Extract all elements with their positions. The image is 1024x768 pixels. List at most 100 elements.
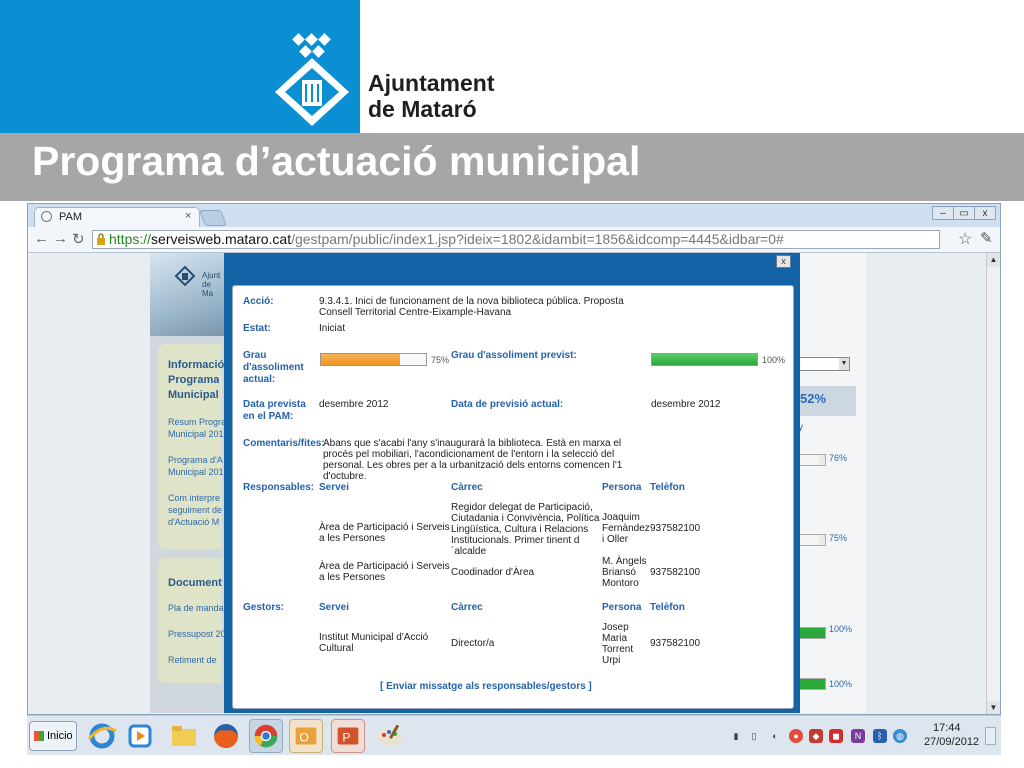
slide-title: Programa d’actuació municipal xyxy=(32,138,641,184)
info-link-programa-2[interactable]: Municipal 201 xyxy=(168,466,224,478)
page-logo-line-2: de Ma xyxy=(202,280,214,298)
antivirus-icon[interactable]: ◼ xyxy=(829,729,843,743)
docs-link-pressupost[interactable]: Pressupost 20 xyxy=(168,628,226,640)
bluetooth-icon[interactable]: ᛒ xyxy=(873,729,887,743)
right-progress-pct: 75% xyxy=(829,533,848,543)
media-player-icon[interactable] xyxy=(123,719,157,753)
volume-icon[interactable]: ◖ xyxy=(767,729,781,743)
gestors-label: Gestors: xyxy=(243,602,285,613)
right-progress-fill xyxy=(799,535,819,545)
battery-icon[interactable]: ▯ xyxy=(747,729,761,743)
right-progress-fill xyxy=(799,628,825,638)
scroll-down-icon[interactable]: ▼ xyxy=(987,701,1000,714)
vertical-scrollbar[interactable]: ▲ ▼ xyxy=(986,253,1000,714)
brand-line-1: Ajuntament xyxy=(368,70,495,96)
bookmark-star-icon[interactable]: ☆ xyxy=(958,229,972,249)
comentaris-label: Comentaris/fites: xyxy=(243,438,325,449)
close-window-button[interactable]: x xyxy=(974,206,996,220)
tab-title: PAM xyxy=(59,211,83,223)
chrome-icon[interactable] xyxy=(249,719,283,753)
address-bar[interactable]: https://serveisweb.mataro.cat/gestpam/pu… xyxy=(92,230,940,249)
data-prevista-label: Data prevista en el PAM: xyxy=(243,399,306,422)
powerpoint-icon[interactable]: P xyxy=(331,719,365,753)
show-desktop-button[interactable] xyxy=(985,727,996,745)
tab-pam[interactable]: PAM × xyxy=(34,207,200,227)
tab-close-button[interactable]: × xyxy=(185,210,191,222)
page-right-column xyxy=(798,253,866,713)
right-progress-bar xyxy=(798,454,826,466)
info-link-com-3[interactable]: d'Actuació M xyxy=(168,516,219,528)
new-tab-button[interactable] xyxy=(199,210,227,226)
start-button[interactable]: Inicio xyxy=(29,721,77,751)
docs-panel: Document Pla de manda Pressupost 20 Reti… xyxy=(158,558,226,683)
resp-col-servei: Servei xyxy=(319,482,350,493)
brand-name: Ajuntament de Mataró xyxy=(368,70,495,122)
gest-col-carrec: Càrrec xyxy=(451,602,483,613)
docs-link-pla[interactable]: Pla de manda xyxy=(168,602,224,614)
page-logo-text: Ajunt de Ma xyxy=(202,271,224,298)
grau-previst-pct: 100% xyxy=(762,355,786,365)
chrome-tray-icon[interactable]: ● xyxy=(789,729,803,743)
filter-select[interactable]: ▼ xyxy=(798,357,850,371)
resp-2-carrec: Coodinador d'Àrea xyxy=(451,567,535,578)
taskbar: Inicio O P ▮ ▯ ◖ ● ◆ ◼ N ᛒ ◍ 17:44 27/09… xyxy=(27,715,1001,755)
forward-arrow-icon[interactable]: → xyxy=(53,230,68,247)
info-link-com[interactable]: Com interpre xyxy=(168,492,220,504)
acrobat-icon[interactable]: ◆ xyxy=(809,729,823,743)
gest-1-persona: Josep Maria Torrent Urpi xyxy=(602,622,634,666)
grau-actual-label: Grau d'assoliment actual: xyxy=(243,350,304,385)
outlook-icon[interactable]: O xyxy=(289,719,323,753)
browser-toolbar: ← → ↻ https://serveisweb.mataro.cat/gest… xyxy=(28,227,1000,253)
info-link-programa[interactable]: Programa d'A xyxy=(168,454,223,466)
ie-icon[interactable] xyxy=(85,719,119,753)
accio-value: 9.3.4.1. Inici de funcionament de la nov… xyxy=(319,296,624,318)
chevron-down-icon[interactable]: ▼ xyxy=(839,358,849,370)
info-link-resum-2[interactable]: Municipal 201 xyxy=(168,428,224,440)
signal-icon[interactable]: ▮ xyxy=(729,729,743,743)
right-progress-fill xyxy=(799,455,819,465)
info-link-resum[interactable]: Resum Progra xyxy=(168,416,226,428)
grau-previst-label: Grau d'assoliment previst: xyxy=(451,350,577,361)
reload-icon[interactable]: ↻ xyxy=(72,230,85,248)
firefox-icon[interactable] xyxy=(209,719,243,753)
windows-logo-icon xyxy=(34,731,44,741)
right-progress-bar xyxy=(798,534,826,546)
wrench-menu-icon[interactable]: ✎ xyxy=(980,229,993,247)
clock-date[interactable]: 27/09/2012 xyxy=(924,736,979,748)
url-text: https://serveisweb.mataro.cat/gestpam/pu… xyxy=(109,231,784,248)
page-logo-icon xyxy=(174,265,196,287)
action-detail-dialog: x Acció: 9.3.4.1. Inici de funcionament … xyxy=(224,253,800,713)
clock-time[interactable]: 17:44 xyxy=(933,722,961,734)
minimize-button[interactable]: – xyxy=(932,206,954,220)
accio-label: Acció: xyxy=(243,296,274,307)
resp-1-telefon: 937582100 xyxy=(650,523,701,534)
onenote-icon[interactable]: N xyxy=(851,729,865,743)
resp-2-telefon: 937582100 xyxy=(650,567,701,578)
info-link-com-2[interactable]: seguiment de xyxy=(168,504,222,516)
resp-col-persona: Persona xyxy=(602,482,642,493)
browser-window: PAM × – ▭ x ← → ↻ https://serveisweb.mat… xyxy=(27,203,1001,715)
resp-1-persona: Joaquim Fernàndez i Oller xyxy=(602,512,650,545)
back-arrow-icon[interactable]: ← xyxy=(34,230,49,247)
grau-actual-pct: 75% xyxy=(431,355,450,365)
docs-link-retiment[interactable]: Retiment de xyxy=(168,654,217,666)
right-progress-pct: 100% xyxy=(829,624,853,634)
folder-icon[interactable] xyxy=(167,719,201,753)
start-label: Inicio xyxy=(47,730,73,742)
info-title-1: Informació xyxy=(168,359,225,371)
dialog-close-button[interactable]: x xyxy=(776,255,791,268)
system-tray: ▮ ▯ ◖ ● ◆ ◼ N ᛒ ◍ 17:44 27/09/2012 xyxy=(723,719,999,753)
maximize-button[interactable]: ▭ xyxy=(953,206,975,220)
scroll-up-icon[interactable]: ▲ xyxy=(987,253,1000,267)
lock-icon xyxy=(97,233,105,245)
paint-icon[interactable] xyxy=(373,719,407,753)
dialog-body: Acció: 9.3.4.1. Inici de funcionament de… xyxy=(232,285,794,709)
send-message-link[interactable]: [ Enviar missatge als responsables/gesto… xyxy=(380,681,592,692)
data-prevista-value: desembre 2012 xyxy=(319,399,389,410)
responsables-label: Responsables: xyxy=(243,482,315,493)
network-icon[interactable]: ◍ xyxy=(893,729,907,743)
grau-previst-fill xyxy=(652,354,757,365)
ajuntament-logo-icon xyxy=(275,33,349,126)
right-progress-bar xyxy=(798,678,826,690)
resp-2-servei: Àrea de Participació i Serveis a les Per… xyxy=(319,561,450,583)
